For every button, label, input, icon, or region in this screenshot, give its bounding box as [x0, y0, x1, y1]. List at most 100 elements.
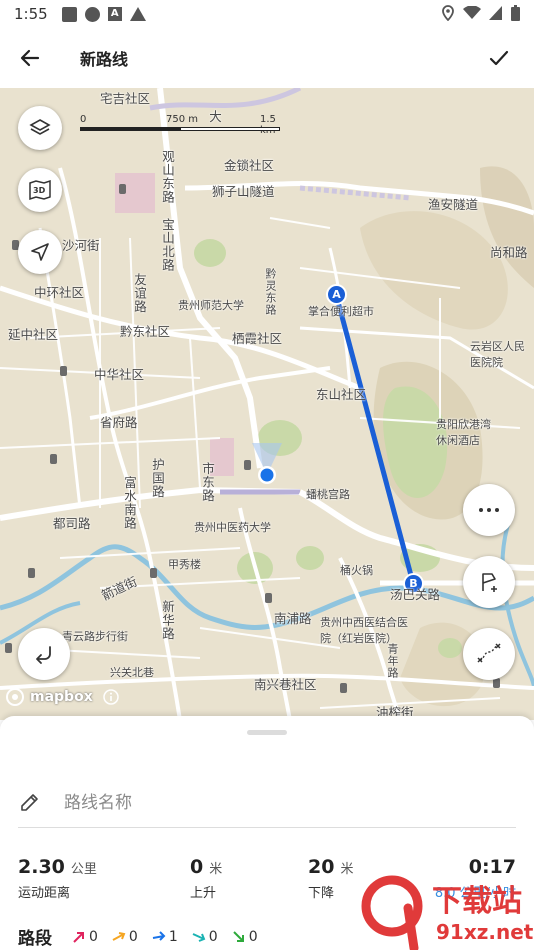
more-dots-icon [479, 508, 499, 512]
segments-row: 路段 0 0 1 0 0 [18, 924, 258, 950]
map-label: 甲秀楼 [168, 558, 201, 571]
map-label: 友谊路 [132, 273, 147, 314]
map-label: 市东路 [200, 462, 215, 503]
checkmark-icon [489, 50, 509, 66]
segment-flat: 1 [152, 929, 178, 945]
sheet-drag-handle[interactable] [247, 730, 287, 735]
map-label: 贵州中西医结合医院（红岩医院） [320, 616, 408, 645]
map-label: 桶火锅 [340, 564, 373, 577]
3d-map-icon: 3D [29, 179, 51, 201]
stat-unit: 米 [340, 862, 354, 877]
scale-zero: 0 [80, 114, 87, 125]
segment-up: 0 [112, 929, 138, 945]
map-label: 省府路 [100, 415, 138, 430]
mapbox-logo-icon [6, 688, 24, 706]
segments-title: 路段 [18, 929, 52, 949]
map-label: 护国路 [150, 458, 165, 499]
map-view[interactable]: A B 宅吉社区 大 金锁社区 狮子山隧道 渔安隧道 观山东路 宝山北路 沙河街… [0, 88, 534, 720]
route-name-row[interactable] [18, 778, 516, 828]
flag-plus-icon [482, 573, 497, 592]
status-time: 1:55 [14, 5, 48, 23]
map-label: 延中社区 [8, 327, 59, 342]
scale-mid: 750 m [166, 114, 199, 125]
signal-icon [489, 6, 502, 20]
map-label: 贵州中医药大学 [194, 521, 271, 534]
back-button[interactable] [0, 28, 60, 88]
arrow-down-right-steep-icon [232, 930, 244, 942]
arrow-right-icon [152, 930, 166, 941]
stat-value: 2.30 [18, 856, 65, 878]
attribution-text: mapbox [30, 689, 93, 705]
u-turn-icon [36, 646, 51, 664]
map-scale-bar: 0 750 m 1.5 km [80, 114, 290, 136]
map-label: 掌合便利超市 [308, 305, 374, 318]
route-start-marker[interactable]: A [326, 284, 347, 305]
stat-descent: 20 米 下降 [308, 856, 353, 901]
map-label: 金锁社区 [224, 158, 275, 173]
stat-value: 0 [190, 856, 204, 878]
segment-count: 0 [248, 928, 258, 945]
arrow-up-right-steep-icon [73, 931, 84, 943]
map-attribution[interactable]: mapbox [6, 688, 119, 706]
map-label: 尚和路 [490, 245, 528, 260]
map-label: 东山社区 [316, 387, 367, 402]
stat-label: 上升 [190, 886, 217, 901]
segment-down: 0 [192, 929, 218, 945]
layers-icon [29, 119, 51, 135]
segment-count: 0 [208, 928, 218, 945]
pencil-icon [21, 793, 38, 811]
map-label: 贵阳欣港湾休闲酒店 [436, 418, 491, 447]
map-label: 宅吉社区 [100, 91, 151, 106]
map-label: 青年路 [386, 643, 399, 679]
notification-triangle-icon [129, 7, 146, 21]
svg-text:3D: 3D [33, 186, 46, 195]
map-label: 黔灵东路 [264, 268, 277, 316]
arrow-up-right-icon [112, 931, 126, 941]
add-waypoint-button[interactable] [463, 556, 515, 608]
watermark-logo-icon [361, 875, 423, 950]
wifi-icon [463, 6, 481, 19]
more-options-button[interactable] [463, 484, 515, 536]
scale-bar-dark [80, 127, 180, 131]
map-label: 蟠桃宫路 [306, 488, 350, 501]
battery-icon [511, 5, 520, 21]
route-mode-button[interactable] [463, 628, 515, 680]
arrow-left-icon [20, 49, 40, 67]
stat-label: 下降 [308, 886, 335, 901]
stat-value: 20 [308, 856, 335, 878]
arrow-down-right-icon [192, 932, 206, 942]
my-location-button[interactable] [18, 230, 62, 274]
3d-view-button[interactable]: 3D [18, 168, 62, 212]
map-label: 渔安隧道 [428, 197, 479, 212]
info-icon [102, 689, 119, 705]
location-icon [442, 5, 454, 21]
map-label: 沙河街 [62, 238, 100, 253]
save-route-button[interactable] [474, 28, 524, 88]
status-bar: 1:55 A [0, 0, 534, 28]
page-title: 新路线 [80, 50, 129, 69]
stat-unit: 米 [209, 862, 223, 877]
app-bar: 新路线 [0, 28, 534, 88]
notification-a-icon: A [107, 7, 122, 21]
route-name-input[interactable] [64, 792, 444, 813]
segment-steep-down: 0 [232, 929, 258, 945]
layers-button[interactable] [18, 106, 62, 150]
stat-distance: 2.30 公里 运动距离 [18, 856, 97, 901]
segment-count: 0 [89, 928, 98, 945]
reverse-route-button[interactable] [18, 628, 70, 680]
map-label: 南兴巷社区 [254, 677, 317, 692]
notification-square-icon [61, 6, 77, 22]
map-label: 青云路步行街 [62, 630, 128, 643]
segment-steep-up: 0 [72, 929, 98, 945]
notification-shutter-icon [84, 6, 100, 22]
map-label: 宝山北路 [160, 218, 175, 272]
map-label: 黔东社区 [120, 324, 171, 339]
scale-max: 1.5 km [260, 114, 276, 136]
map-label: 观山东路 [160, 150, 175, 204]
map-label: 云岩区人民医院院 [470, 340, 525, 369]
map-label: 汤巴关路 [390, 587, 441, 602]
map-label: 兴关北巷 [110, 666, 154, 679]
site-watermark: 下载站 91xz.net [360, 868, 534, 950]
stat-unit: 公里 [70, 862, 97, 877]
stat-ascent: 0米 上升 [190, 856, 222, 901]
